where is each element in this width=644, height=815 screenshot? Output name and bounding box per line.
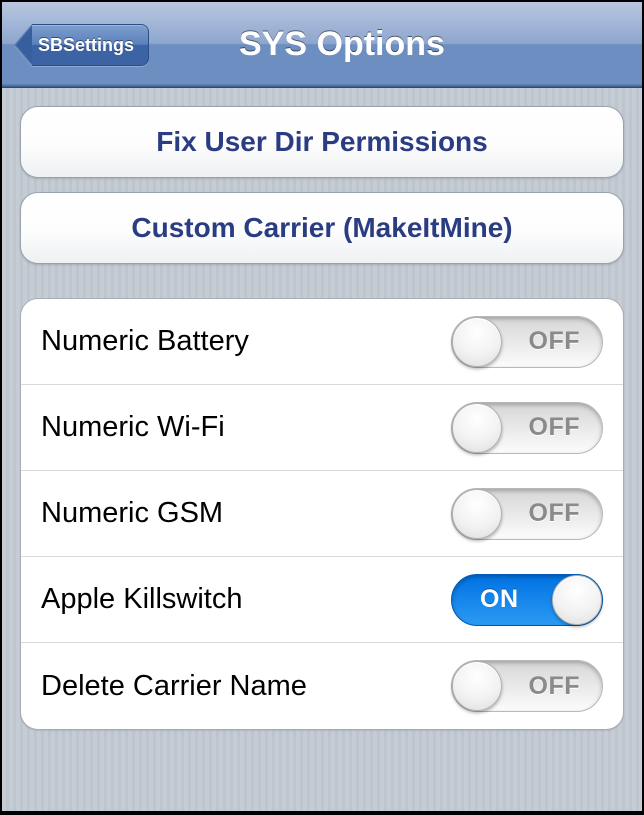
toggle-switch[interactable]: ON [451,574,603,626]
settings-row: Delete Carrier Name OFF [21,643,623,729]
settings-row-label: Numeric Battery [41,325,249,358]
back-chevron-icon [14,24,32,66]
toggle-knob [452,661,502,711]
toggle-label: OFF [529,327,581,356]
settings-row: Apple Killswitch ON [21,557,623,643]
toggle-label: OFF [529,499,581,528]
toggle-knob [452,489,502,539]
settings-row: Numeric GSM OFF [21,471,623,557]
toggle-label: OFF [529,672,581,701]
back-button[interactable]: SBSettings [14,24,149,66]
toggle-switch[interactable]: OFF [451,488,603,540]
content: Fix User Dir Permissions Custom Carrier … [2,88,642,730]
toggle-label: ON [480,585,519,614]
screen: SBSettings SYS Options Fix User Dir Perm… [2,2,642,811]
settings-row-label: Delete Carrier Name [41,670,307,703]
custom-carrier-button[interactable]: Custom Carrier (MakeItMine) [20,192,624,264]
settings-row-label: Numeric GSM [41,497,223,530]
fix-permissions-button[interactable]: Fix User Dir Permissions [20,106,624,178]
settings-row-label: Numeric Wi-Fi [41,411,225,444]
toggle-knob [452,317,502,367]
settings-row: Numeric Wi-Fi OFF [21,385,623,471]
toggle-switch[interactable]: OFF [451,402,603,454]
toggle-label: OFF [529,413,581,442]
toggle-knob [552,575,602,625]
settings-row-label: Apple Killswitch [41,583,242,616]
back-button-label: SBSettings [38,35,134,56]
navigation-bar: SBSettings SYS Options [2,2,642,88]
toggle-knob [452,403,502,453]
toggle-switch[interactable]: OFF [451,660,603,712]
settings-group: Numeric BatteryOFFNumeric Wi-FiOFFNumeri… [20,298,624,730]
settings-row: Numeric Battery OFF [21,299,623,385]
toggle-switch[interactable]: OFF [451,316,603,368]
